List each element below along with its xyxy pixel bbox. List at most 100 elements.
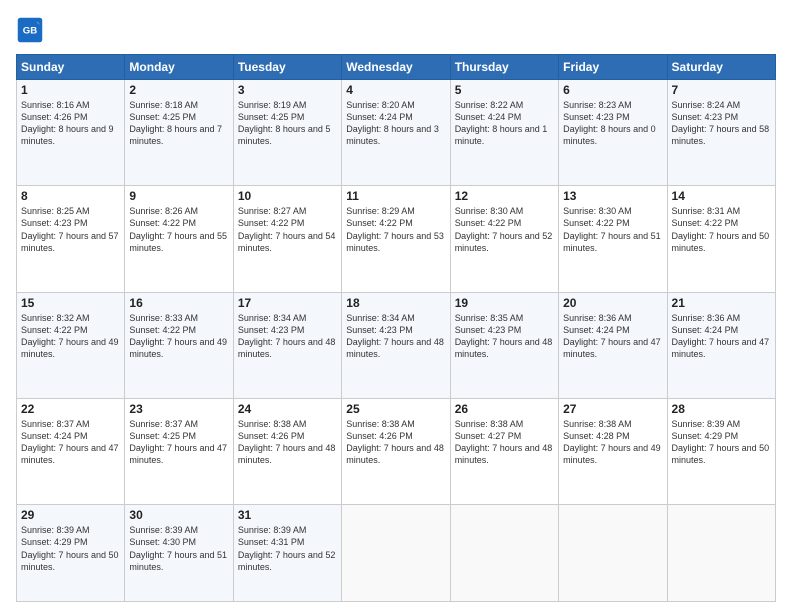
day-number: 22	[21, 402, 120, 416]
calendar-cell: 21 Sunrise: 8:36 AMSunset: 4:24 PMDaylig…	[667, 292, 775, 398]
header-cell-sunday: Sunday	[17, 55, 125, 80]
calendar-cell: 15 Sunrise: 8:32 AMSunset: 4:22 PMDaylig…	[17, 292, 125, 398]
cell-info: Sunrise: 8:38 AMSunset: 4:26 PMDaylight:…	[346, 419, 444, 465]
calendar-cell: 16 Sunrise: 8:33 AMSunset: 4:22 PMDaylig…	[125, 292, 233, 398]
day-number: 5	[455, 83, 554, 97]
calendar-cell: 27 Sunrise: 8:38 AMSunset: 4:28 PMDaylig…	[559, 398, 667, 504]
header-cell-saturday: Saturday	[667, 55, 775, 80]
calendar-week-5: 29 Sunrise: 8:39 AMSunset: 4:29 PMDaylig…	[17, 505, 776, 602]
header-cell-tuesday: Tuesday	[233, 55, 341, 80]
calendar-cell: 11 Sunrise: 8:29 AMSunset: 4:22 PMDaylig…	[342, 186, 450, 292]
cell-info: Sunrise: 8:24 AMSunset: 4:23 PMDaylight:…	[672, 100, 770, 146]
day-number: 15	[21, 296, 120, 310]
cell-info: Sunrise: 8:16 AMSunset: 4:26 PMDaylight:…	[21, 100, 114, 146]
calendar-cell: 2 Sunrise: 8:18 AMSunset: 4:25 PMDayligh…	[125, 80, 233, 186]
cell-info: Sunrise: 8:38 AMSunset: 4:26 PMDaylight:…	[238, 419, 336, 465]
day-number: 29	[21, 508, 120, 522]
cell-info: Sunrise: 8:26 AMSunset: 4:22 PMDaylight:…	[129, 206, 227, 252]
cell-info: Sunrise: 8:39 AMSunset: 4:30 PMDaylight:…	[129, 525, 227, 571]
day-number: 21	[672, 296, 771, 310]
calendar-cell: 3 Sunrise: 8:19 AMSunset: 4:25 PMDayligh…	[233, 80, 341, 186]
cell-info: Sunrise: 8:31 AMSunset: 4:22 PMDaylight:…	[672, 206, 770, 252]
calendar-cell: 10 Sunrise: 8:27 AMSunset: 4:22 PMDaylig…	[233, 186, 341, 292]
day-number: 27	[563, 402, 662, 416]
calendar-cell: 1 Sunrise: 8:16 AMSunset: 4:26 PMDayligh…	[17, 80, 125, 186]
calendar-body: 1 Sunrise: 8:16 AMSunset: 4:26 PMDayligh…	[17, 80, 776, 602]
calendar-cell: 31 Sunrise: 8:39 AMSunset: 4:31 PMDaylig…	[233, 505, 341, 602]
cell-info: Sunrise: 8:34 AMSunset: 4:23 PMDaylight:…	[346, 313, 444, 359]
header-cell-wednesday: Wednesday	[342, 55, 450, 80]
calendar-page: GB SundayMondayTuesdayWednesdayThursdayF…	[0, 0, 792, 612]
cell-info: Sunrise: 8:38 AMSunset: 4:27 PMDaylight:…	[455, 419, 553, 465]
cell-info: Sunrise: 8:22 AMSunset: 4:24 PMDaylight:…	[455, 100, 548, 146]
day-number: 10	[238, 189, 337, 203]
cell-info: Sunrise: 8:36 AMSunset: 4:24 PMDaylight:…	[563, 313, 661, 359]
day-number: 8	[21, 189, 120, 203]
cell-info: Sunrise: 8:23 AMSunset: 4:23 PMDaylight:…	[563, 100, 656, 146]
calendar-cell: 7 Sunrise: 8:24 AMSunset: 4:23 PMDayligh…	[667, 80, 775, 186]
calendar-cell	[667, 505, 775, 602]
calendar-cell: 26 Sunrise: 8:38 AMSunset: 4:27 PMDaylig…	[450, 398, 558, 504]
header-cell-friday: Friday	[559, 55, 667, 80]
day-number: 11	[346, 189, 445, 203]
calendar-cell: 8 Sunrise: 8:25 AMSunset: 4:23 PMDayligh…	[17, 186, 125, 292]
day-number: 3	[238, 83, 337, 97]
calendar-week-4: 22 Sunrise: 8:37 AMSunset: 4:24 PMDaylig…	[17, 398, 776, 504]
cell-info: Sunrise: 8:19 AMSunset: 4:25 PMDaylight:…	[238, 100, 331, 146]
cell-info: Sunrise: 8:39 AMSunset: 4:31 PMDaylight:…	[238, 525, 336, 571]
day-number: 30	[129, 508, 228, 522]
header-cell-monday: Monday	[125, 55, 233, 80]
calendar-cell: 18 Sunrise: 8:34 AMSunset: 4:23 PMDaylig…	[342, 292, 450, 398]
calendar-cell	[559, 505, 667, 602]
cell-info: Sunrise: 8:27 AMSunset: 4:22 PMDaylight:…	[238, 206, 336, 252]
calendar-table: SundayMondayTuesdayWednesdayThursdayFrid…	[16, 54, 776, 602]
cell-info: Sunrise: 8:39 AMSunset: 4:29 PMDaylight:…	[672, 419, 770, 465]
day-number: 12	[455, 189, 554, 203]
cell-info: Sunrise: 8:29 AMSunset: 4:22 PMDaylight:…	[346, 206, 444, 252]
calendar-cell: 28 Sunrise: 8:39 AMSunset: 4:29 PMDaylig…	[667, 398, 775, 504]
calendar-cell: 4 Sunrise: 8:20 AMSunset: 4:24 PMDayligh…	[342, 80, 450, 186]
cell-info: Sunrise: 8:37 AMSunset: 4:25 PMDaylight:…	[129, 419, 227, 465]
calendar-cell: 9 Sunrise: 8:26 AMSunset: 4:22 PMDayligh…	[125, 186, 233, 292]
cell-info: Sunrise: 8:34 AMSunset: 4:23 PMDaylight:…	[238, 313, 336, 359]
calendar-cell: 23 Sunrise: 8:37 AMSunset: 4:25 PMDaylig…	[125, 398, 233, 504]
day-number: 16	[129, 296, 228, 310]
header: GB	[16, 16, 776, 44]
day-number: 14	[672, 189, 771, 203]
logo-icon: GB	[16, 16, 44, 44]
day-number: 28	[672, 402, 771, 416]
cell-info: Sunrise: 8:30 AMSunset: 4:22 PMDaylight:…	[563, 206, 661, 252]
day-number: 19	[455, 296, 554, 310]
calendar-cell: 30 Sunrise: 8:39 AMSunset: 4:30 PMDaylig…	[125, 505, 233, 602]
cell-info: Sunrise: 8:25 AMSunset: 4:23 PMDaylight:…	[21, 206, 119, 252]
day-number: 20	[563, 296, 662, 310]
day-number: 18	[346, 296, 445, 310]
calendar-cell: 13 Sunrise: 8:30 AMSunset: 4:22 PMDaylig…	[559, 186, 667, 292]
cell-info: Sunrise: 8:18 AMSunset: 4:25 PMDaylight:…	[129, 100, 222, 146]
logo: GB	[16, 16, 46, 44]
calendar-cell: 22 Sunrise: 8:37 AMSunset: 4:24 PMDaylig…	[17, 398, 125, 504]
svg-text:GB: GB	[23, 26, 37, 37]
calendar-week-2: 8 Sunrise: 8:25 AMSunset: 4:23 PMDayligh…	[17, 186, 776, 292]
cell-info: Sunrise: 8:38 AMSunset: 4:28 PMDaylight:…	[563, 419, 661, 465]
calendar-cell: 19 Sunrise: 8:35 AMSunset: 4:23 PMDaylig…	[450, 292, 558, 398]
day-number: 9	[129, 189, 228, 203]
day-number: 13	[563, 189, 662, 203]
day-number: 6	[563, 83, 662, 97]
day-number: 17	[238, 296, 337, 310]
calendar-cell: 6 Sunrise: 8:23 AMSunset: 4:23 PMDayligh…	[559, 80, 667, 186]
cell-info: Sunrise: 8:35 AMSunset: 4:23 PMDaylight:…	[455, 313, 553, 359]
calendar-cell: 17 Sunrise: 8:34 AMSunset: 4:23 PMDaylig…	[233, 292, 341, 398]
cell-info: Sunrise: 8:33 AMSunset: 4:22 PMDaylight:…	[129, 313, 227, 359]
calendar-cell	[342, 505, 450, 602]
day-number: 4	[346, 83, 445, 97]
calendar-cell	[450, 505, 558, 602]
cell-info: Sunrise: 8:36 AMSunset: 4:24 PMDaylight:…	[672, 313, 770, 359]
calendar-week-3: 15 Sunrise: 8:32 AMSunset: 4:22 PMDaylig…	[17, 292, 776, 398]
calendar-cell: 14 Sunrise: 8:31 AMSunset: 4:22 PMDaylig…	[667, 186, 775, 292]
cell-info: Sunrise: 8:37 AMSunset: 4:24 PMDaylight:…	[21, 419, 119, 465]
calendar-cell: 12 Sunrise: 8:30 AMSunset: 4:22 PMDaylig…	[450, 186, 558, 292]
calendar-header-row: SundayMondayTuesdayWednesdayThursdayFrid…	[17, 55, 776, 80]
day-number: 2	[129, 83, 228, 97]
day-number: 25	[346, 402, 445, 416]
